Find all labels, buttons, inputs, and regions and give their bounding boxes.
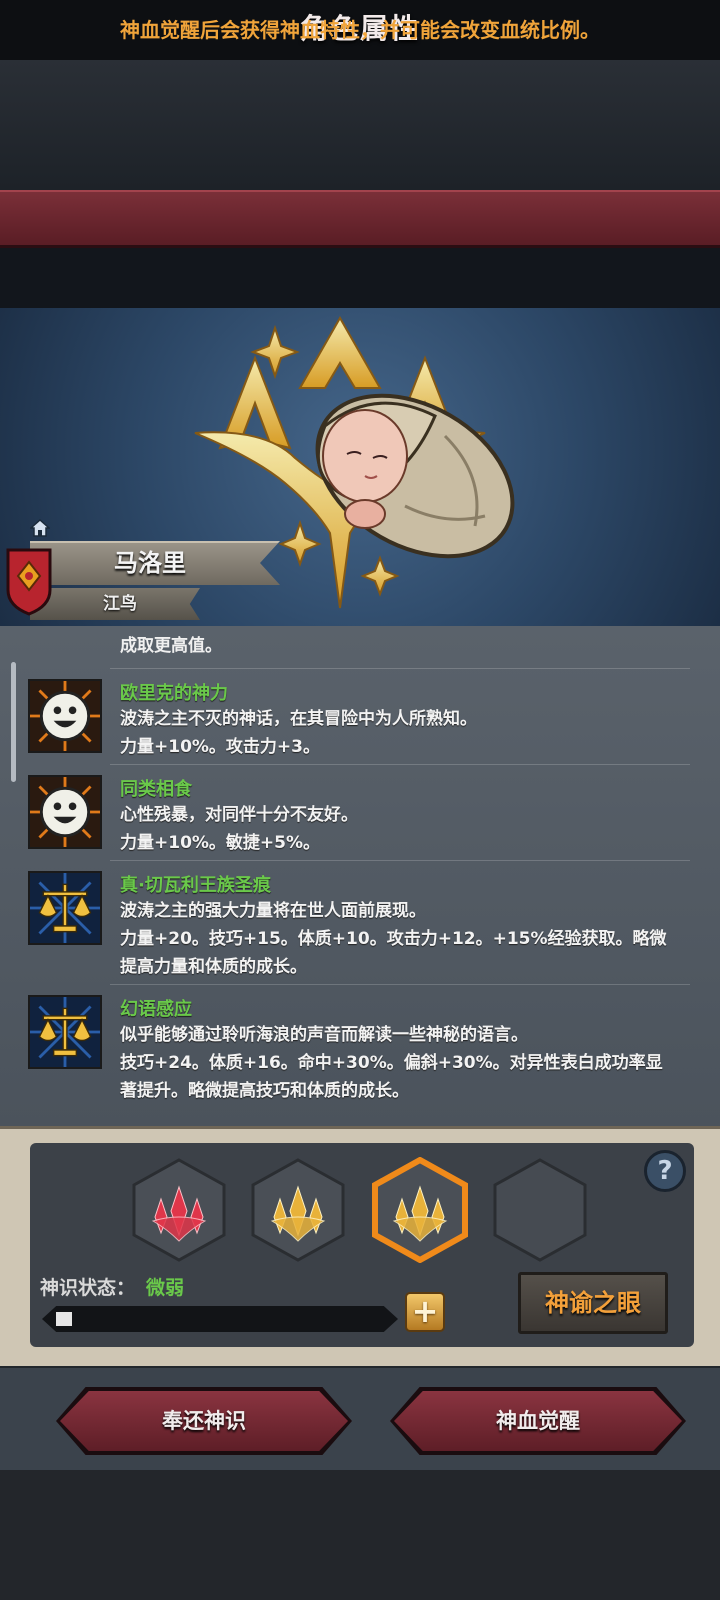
gold-crystal-crown-icon[interactable] <box>250 1157 346 1263</box>
trait-name: 幻语感应 <box>120 999 192 1020</box>
trait-partial-text: 成取更高值。 <box>120 636 222 656</box>
trait-description: 心性残暴，对同伴十分不友好。 力量+10%。敏捷+5%。 <box>120 805 358 853</box>
help-button[interactable]: ? <box>644 1150 686 1192</box>
trait-name: 欧里克的神力 <box>120 683 228 704</box>
scales-icon <box>28 995 102 1069</box>
red-crystal-crown-icon[interactable] <box>131 1157 227 1263</box>
add-button[interactable]: + <box>405 1292 445 1332</box>
return-divine-sense-button[interactable]: 奉还神识 <box>60 1391 348 1451</box>
trait-description: 波涛之主的强大力量将在世人面前展现。 力量+20。技巧+15。体质+10。攻击力… <box>120 901 667 977</box>
blood-awaken-button[interactable]: 神血觉醒 <box>394 1391 682 1451</box>
character-name: 马洛里 <box>114 549 186 577</box>
notice-banner <box>0 248 720 308</box>
trait-description: 似乎能够通过聆听海浪的声音而解读一些神秘的语言。 技巧+24。体质+16。命中+… <box>120 1025 663 1101</box>
divine-sense-state-label: 神识状态： <box>40 1277 136 1299</box>
smiley-face-icon <box>28 775 102 849</box>
trait-separator <box>110 984 690 985</box>
trait-description: 波涛之主不灭的神话，在其冒险中为人所熟知。 力量+10%。攻击力+3。 <box>120 709 477 757</box>
trait-separator <box>110 764 690 765</box>
trait-separator <box>110 860 690 861</box>
divine-sense-state-value: 微弱 <box>146 1277 185 1299</box>
trait-name: 真·切瓦利王族圣痕 <box>120 875 271 896</box>
bottom-background <box>0 1470 720 1600</box>
house-icon <box>30 519 50 537</box>
swaddled-baby-icon <box>315 393 515 559</box>
empty-slot-icon[interactable] <box>492 1157 588 1263</box>
scales-icon <box>28 871 102 945</box>
progress-fill <box>56 1312 72 1326</box>
shield-crest-icon <box>6 548 52 616</box>
divine-sense-progress <box>42 1306 398 1332</box>
scrollbar[interactable] <box>11 662 16 782</box>
gold-crystal-crown-icon-selected[interactable] <box>372 1157 468 1263</box>
title-bar <box>0 190 720 248</box>
smiley-face-icon <box>28 679 102 753</box>
trait-name: 同类相食 <box>120 779 192 800</box>
oracle-eye-button[interactable]: 神谕之眼 <box>518 1272 668 1334</box>
notice-text: 神血觉醒后会获得神血特性，并可能会改变血统比例。 <box>120 18 600 42</box>
character-subtitle: 江鸟 <box>103 594 137 614</box>
trait-separator <box>110 668 690 669</box>
